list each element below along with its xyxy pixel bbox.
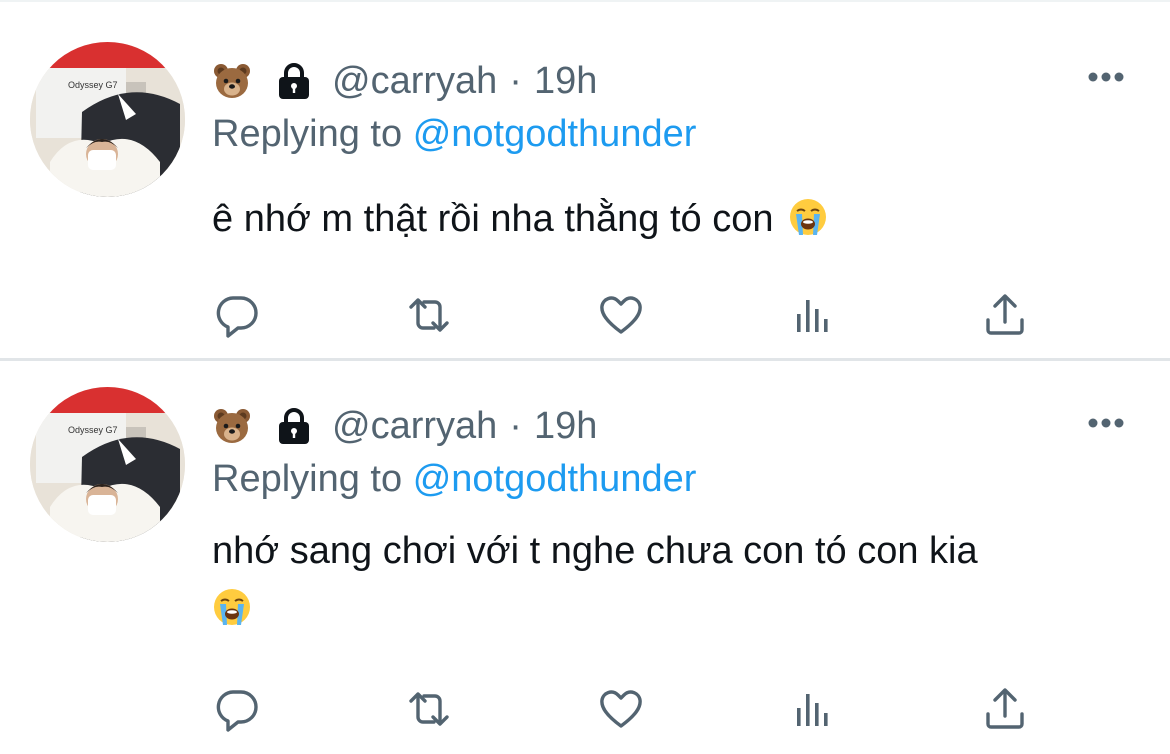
- tweet-header: @carryah · 19h: [212, 401, 597, 451]
- retweet-icon: [406, 686, 452, 732]
- reply-icon: [214, 686, 260, 732]
- reply-prefix: Replying to: [212, 458, 403, 500]
- heart-icon: [598, 686, 644, 732]
- share-icon: [982, 686, 1028, 732]
- loudly-crying-face-emoji-icon: [788, 197, 828, 237]
- tweet-actions: [0, 684, 1170, 734]
- loudly-crying-face-emoji-icon: [212, 587, 252, 627]
- share-button[interactable]: [980, 684, 1030, 734]
- tweet-text: ê nhớ m thật rồi nha thằng tó con: [212, 190, 1132, 248]
- retweet-button[interactable]: [404, 684, 454, 734]
- share-button[interactable]: [980, 290, 1030, 340]
- tweet-actions: [0, 290, 1170, 340]
- avatar[interactable]: [30, 42, 185, 197]
- tweet-text: nhớ sang chơi với t nghe chưa con tó con…: [212, 522, 1132, 638]
- more-horizontal-icon[interactable]: [1086, 70, 1126, 84]
- avatar-image: [30, 387, 185, 542]
- user-handle[interactable]: @carryah: [332, 405, 497, 448]
- retweet-icon: [406, 292, 452, 338]
- reply-button[interactable]: [212, 684, 262, 734]
- tweet-time[interactable]: 19h: [534, 405, 597, 448]
- tweet-time[interactable]: 19h: [534, 60, 597, 103]
- like-button[interactable]: [596, 290, 646, 340]
- reply-prefix: Replying to: [212, 113, 403, 155]
- avatar-image: [30, 42, 185, 197]
- retweet-button[interactable]: [404, 290, 454, 340]
- replying-to: Replying to @notgodthunder: [212, 458, 696, 506]
- header-separator: ·: [509, 59, 522, 102]
- analytics-button[interactable]: [788, 684, 838, 734]
- more-horizontal-icon[interactable]: [1086, 416, 1126, 430]
- user-handle[interactable]: @carryah: [332, 60, 497, 103]
- heart-icon: [598, 292, 644, 338]
- share-icon: [982, 292, 1028, 338]
- tweet-header: @carryah · 19h: [212, 56, 597, 106]
- lock-icon: [274, 61, 314, 101]
- reply-icon: [214, 292, 260, 338]
- tweet[interactable]: @carryah · 19h Replying to @notgodthunde…: [0, 361, 1170, 754]
- header-separator: ·: [509, 404, 522, 447]
- reply-mention-link[interactable]: @notgodthunder: [413, 458, 697, 500]
- lock-icon: [274, 406, 314, 446]
- analytics-icon: [790, 686, 836, 732]
- replying-to: Replying to @notgodthunder: [212, 113, 696, 161]
- analytics-icon: [790, 292, 836, 338]
- bear-emoji-icon: [212, 406, 252, 446]
- tweet-body: ê nhớ m thật rồi nha thằng tó con: [212, 198, 774, 240]
- tweet[interactable]: @carryah · 19h Replying to @notgodthunde…: [0, 0, 1170, 358]
- avatar[interactable]: [30, 387, 185, 542]
- bear-emoji-icon: [212, 61, 252, 101]
- reply-mention-link[interactable]: @notgodthunder: [413, 113, 697, 155]
- like-button[interactable]: [596, 684, 646, 734]
- tweet-body: nhớ sang chơi với t nghe chưa con tó con…: [212, 530, 978, 572]
- reply-button[interactable]: [212, 290, 262, 340]
- analytics-button[interactable]: [788, 290, 838, 340]
